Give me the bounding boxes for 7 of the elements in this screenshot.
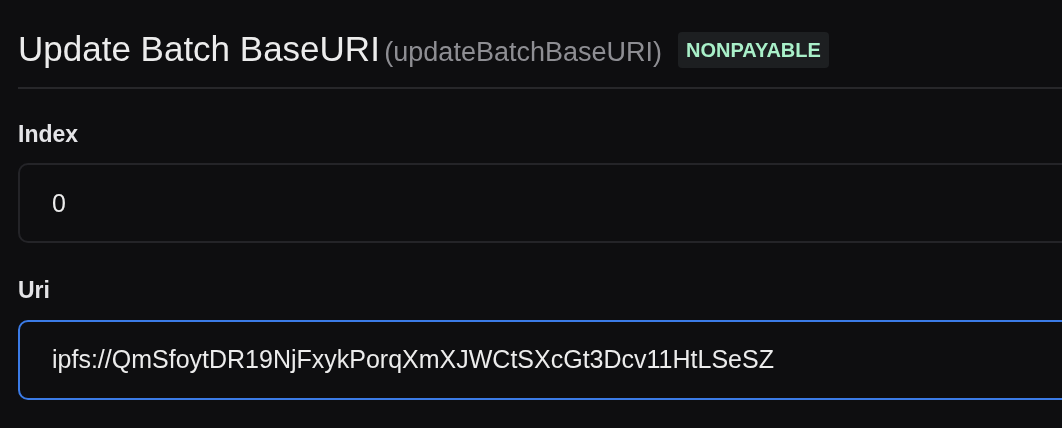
mutability-tag: NONPAYABLE (678, 32, 829, 69)
input-field[interactable]: ipfs://QmSfoytDR19NjFxykPorqXmXJWCtSXcGt3Dcv11HtLSeSZ (18, 319, 1062, 400)
field-label: Uri (18, 276, 51, 305)
function-name: (updateBatchBaseURI) (384, 37, 662, 67)
input-field[interactable]: 0 (18, 163, 1062, 243)
function-title: Update Batch BaseURI (18, 29, 380, 68)
field-label: Index (18, 119, 80, 149)
